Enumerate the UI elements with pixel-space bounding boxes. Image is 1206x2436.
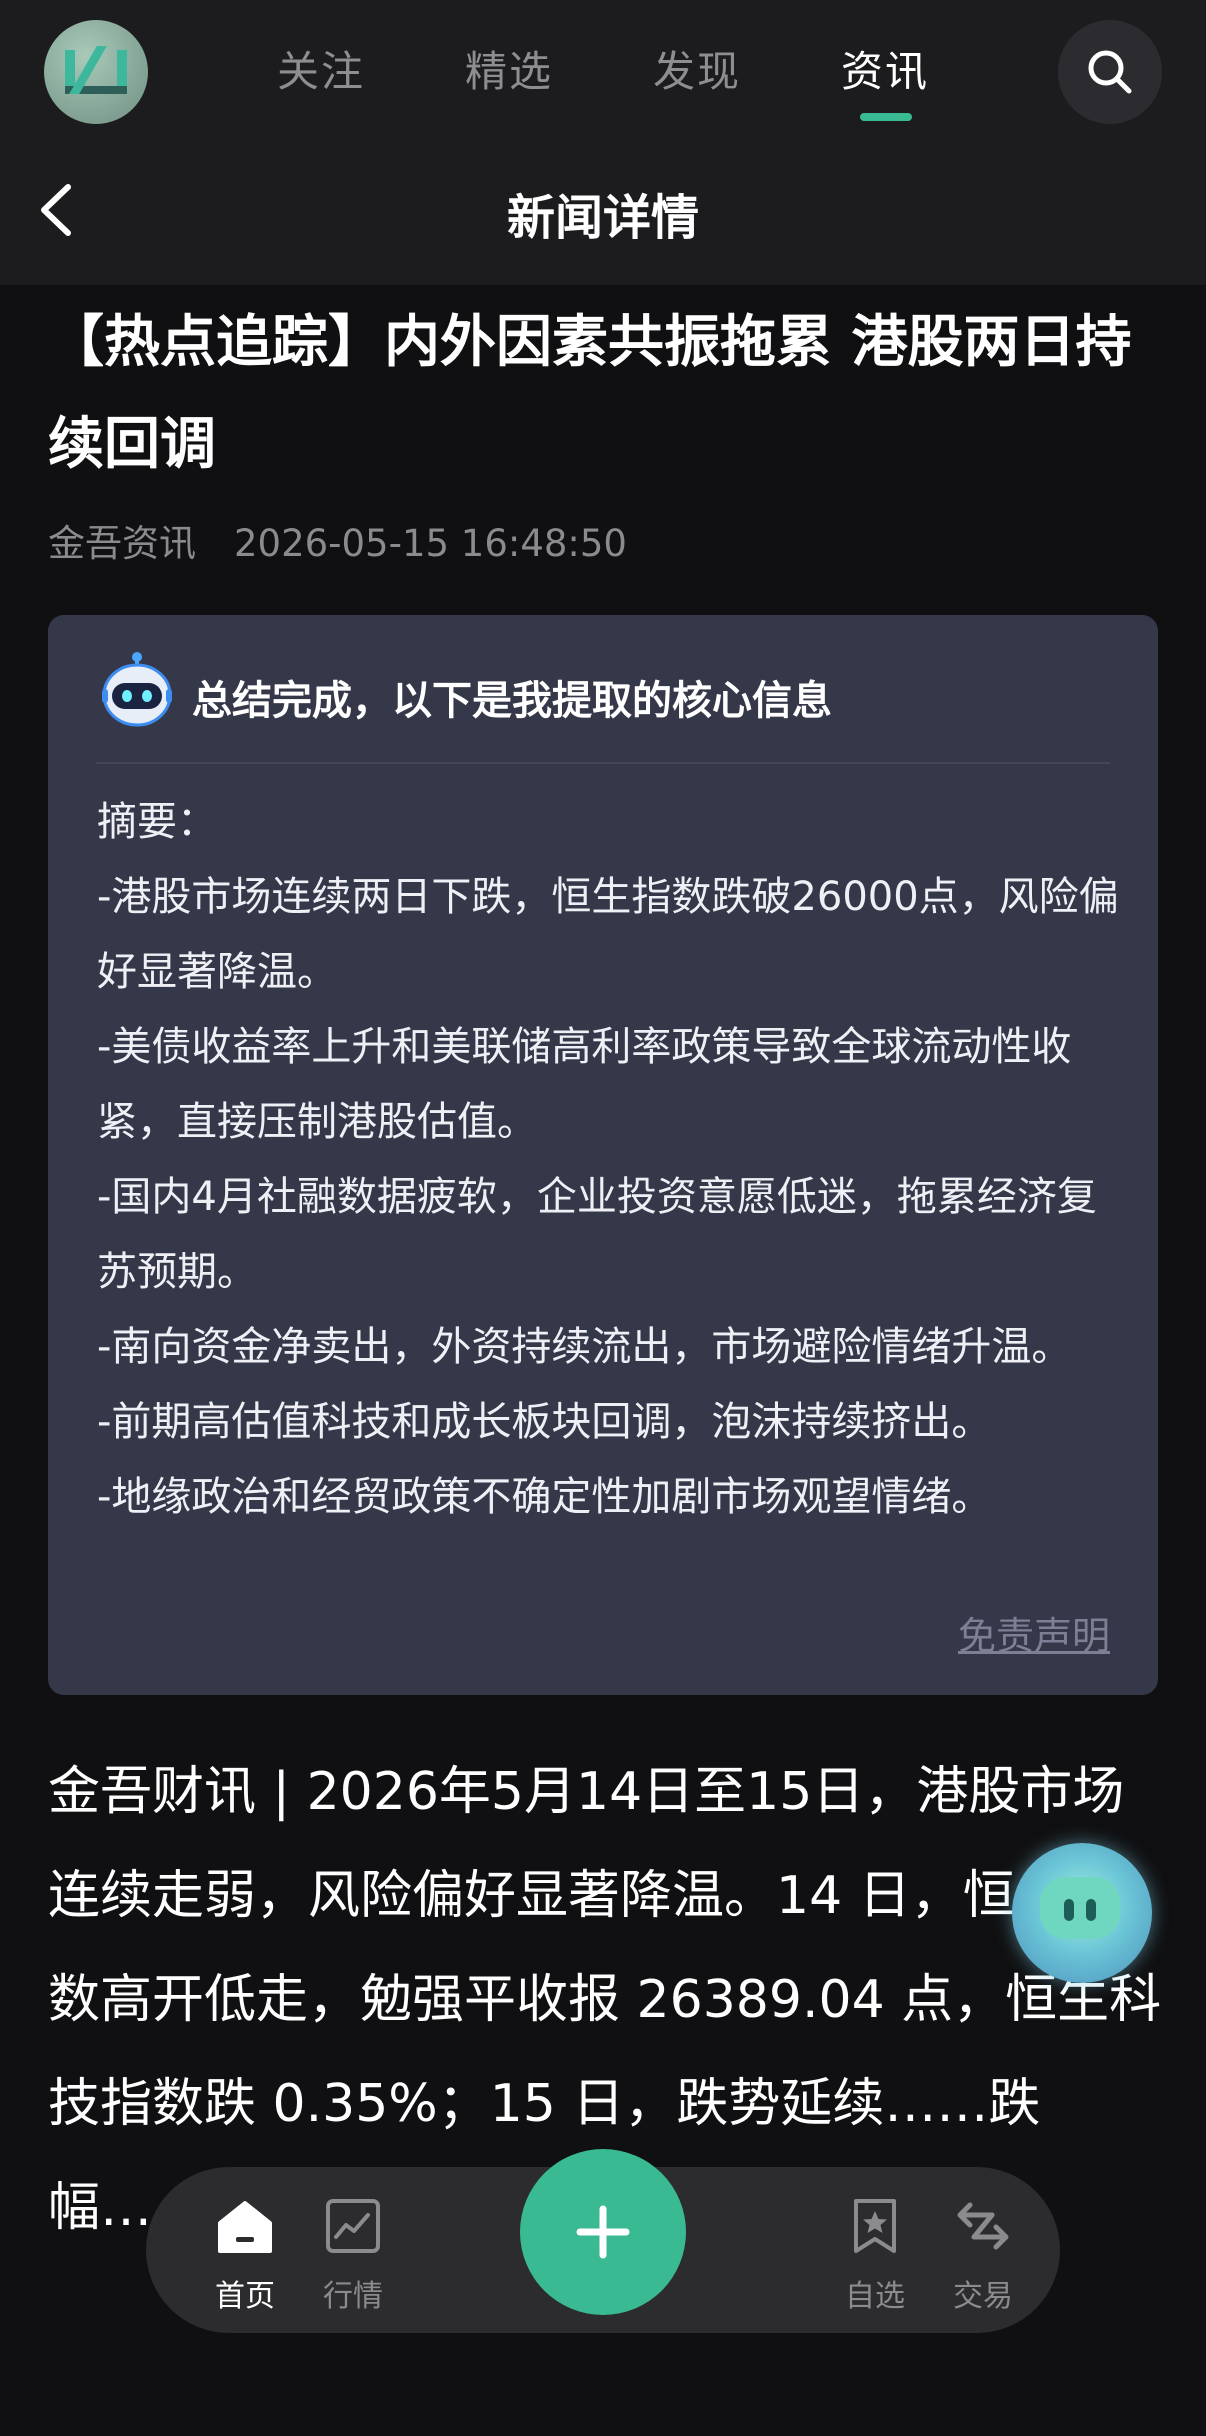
- tab-featured[interactable]: 精选: [465, 38, 553, 99]
- summary-line: 摘要：: [97, 799, 217, 845]
- market-chart-icon: [326, 2199, 380, 2253]
- add-button[interactable]: [520, 2149, 686, 2315]
- divider: [96, 762, 1110, 764]
- nav-item-market[interactable]: 行情: [298, 2195, 408, 2315]
- robot-assistant-icon: [102, 652, 172, 727]
- article-source: 金吾资讯: [48, 522, 196, 565]
- summary-line: -港股市场连续两日下跌，恒生指数跌破26000点，风险偏好显著降温。: [97, 874, 1119, 995]
- summary-line: -地缘政治和经贸政策不确定性加剧市场观望情绪。: [97, 1474, 992, 1520]
- active-tab-indicator: [860, 113, 912, 121]
- tab-follow[interactable]: 关注: [277, 38, 365, 99]
- summary-line: -前期高估值科技和成长板块回调，泡沫持续挤出。: [97, 1399, 992, 1445]
- nav-item-trade[interactable]: 交易: [928, 2195, 1038, 2315]
- assistant-face-icon: [1040, 1877, 1120, 1939]
- tab-discover[interactable]: 发现: [653, 38, 741, 99]
- home-icon: [218, 2201, 272, 2253]
- tab-news[interactable]: 资讯: [841, 38, 929, 99]
- page-title: 新闻详情: [506, 190, 699, 246]
- plus-icon: [576, 2205, 630, 2259]
- nav-item-watchlist[interactable]: 自选: [820, 2195, 930, 2315]
- article-headline: 【热点追踪】内外因素共振拖累 港股两日持续回调: [48, 310, 1132, 477]
- nav-label: 交易: [953, 2279, 1013, 2314]
- nav-label: 首页: [215, 2279, 275, 2314]
- article-datetime: 2026-05-15 16:48:50: [234, 522, 627, 565]
- bookmark-star-icon: [854, 2199, 896, 2253]
- nav-label: 自选: [845, 2279, 905, 2314]
- nav-item-home[interactable]: 首页: [190, 2195, 300, 2315]
- summary-title: 总结完成，以下是我提取的核心信息: [192, 678, 832, 724]
- search-button[interactable]: [1058, 20, 1162, 124]
- summary-body: 摘要： -港股市场连续两日下跌，恒生指数跌破26000点，风险偏好显著降温。 -…: [97, 785, 1127, 1535]
- trade-arrows-icon: [957, 2202, 1009, 2250]
- disclaimer-link[interactable]: 免责声明: [958, 1605, 1110, 1660]
- ai-assistant-button[interactable]: [1012, 1843, 1152, 1983]
- summary-line: -国内4月社融数据疲软，企业投资意愿低迷，拖累经济复苏预期。: [97, 1174, 1097, 1295]
- nav-label: 行情: [323, 2279, 383, 2314]
- article-meta: 金吾资讯 2026-05-15 16:48:50: [48, 513, 627, 567]
- ai-summary-card: 总结完成，以下是我提取的核心信息 摘要： -港股市场连续两日下跌，恒生指数跌破2…: [48, 615, 1158, 1695]
- summary-line: -南向资金净卖出，外资持续流出，市场避险情绪升温。: [97, 1324, 1072, 1370]
- summary-line: -美债收益率上升和美联储高利率政策导致全球流动性收紧，直接压制港股估值。: [97, 1024, 1072, 1145]
- top-tabs: 关注 精选 发现 资讯: [0, 38, 1206, 108]
- search-icon: [1088, 50, 1132, 94]
- top-header: 关注 精选 发现 资讯 新闻详情: [0, 0, 1206, 285]
